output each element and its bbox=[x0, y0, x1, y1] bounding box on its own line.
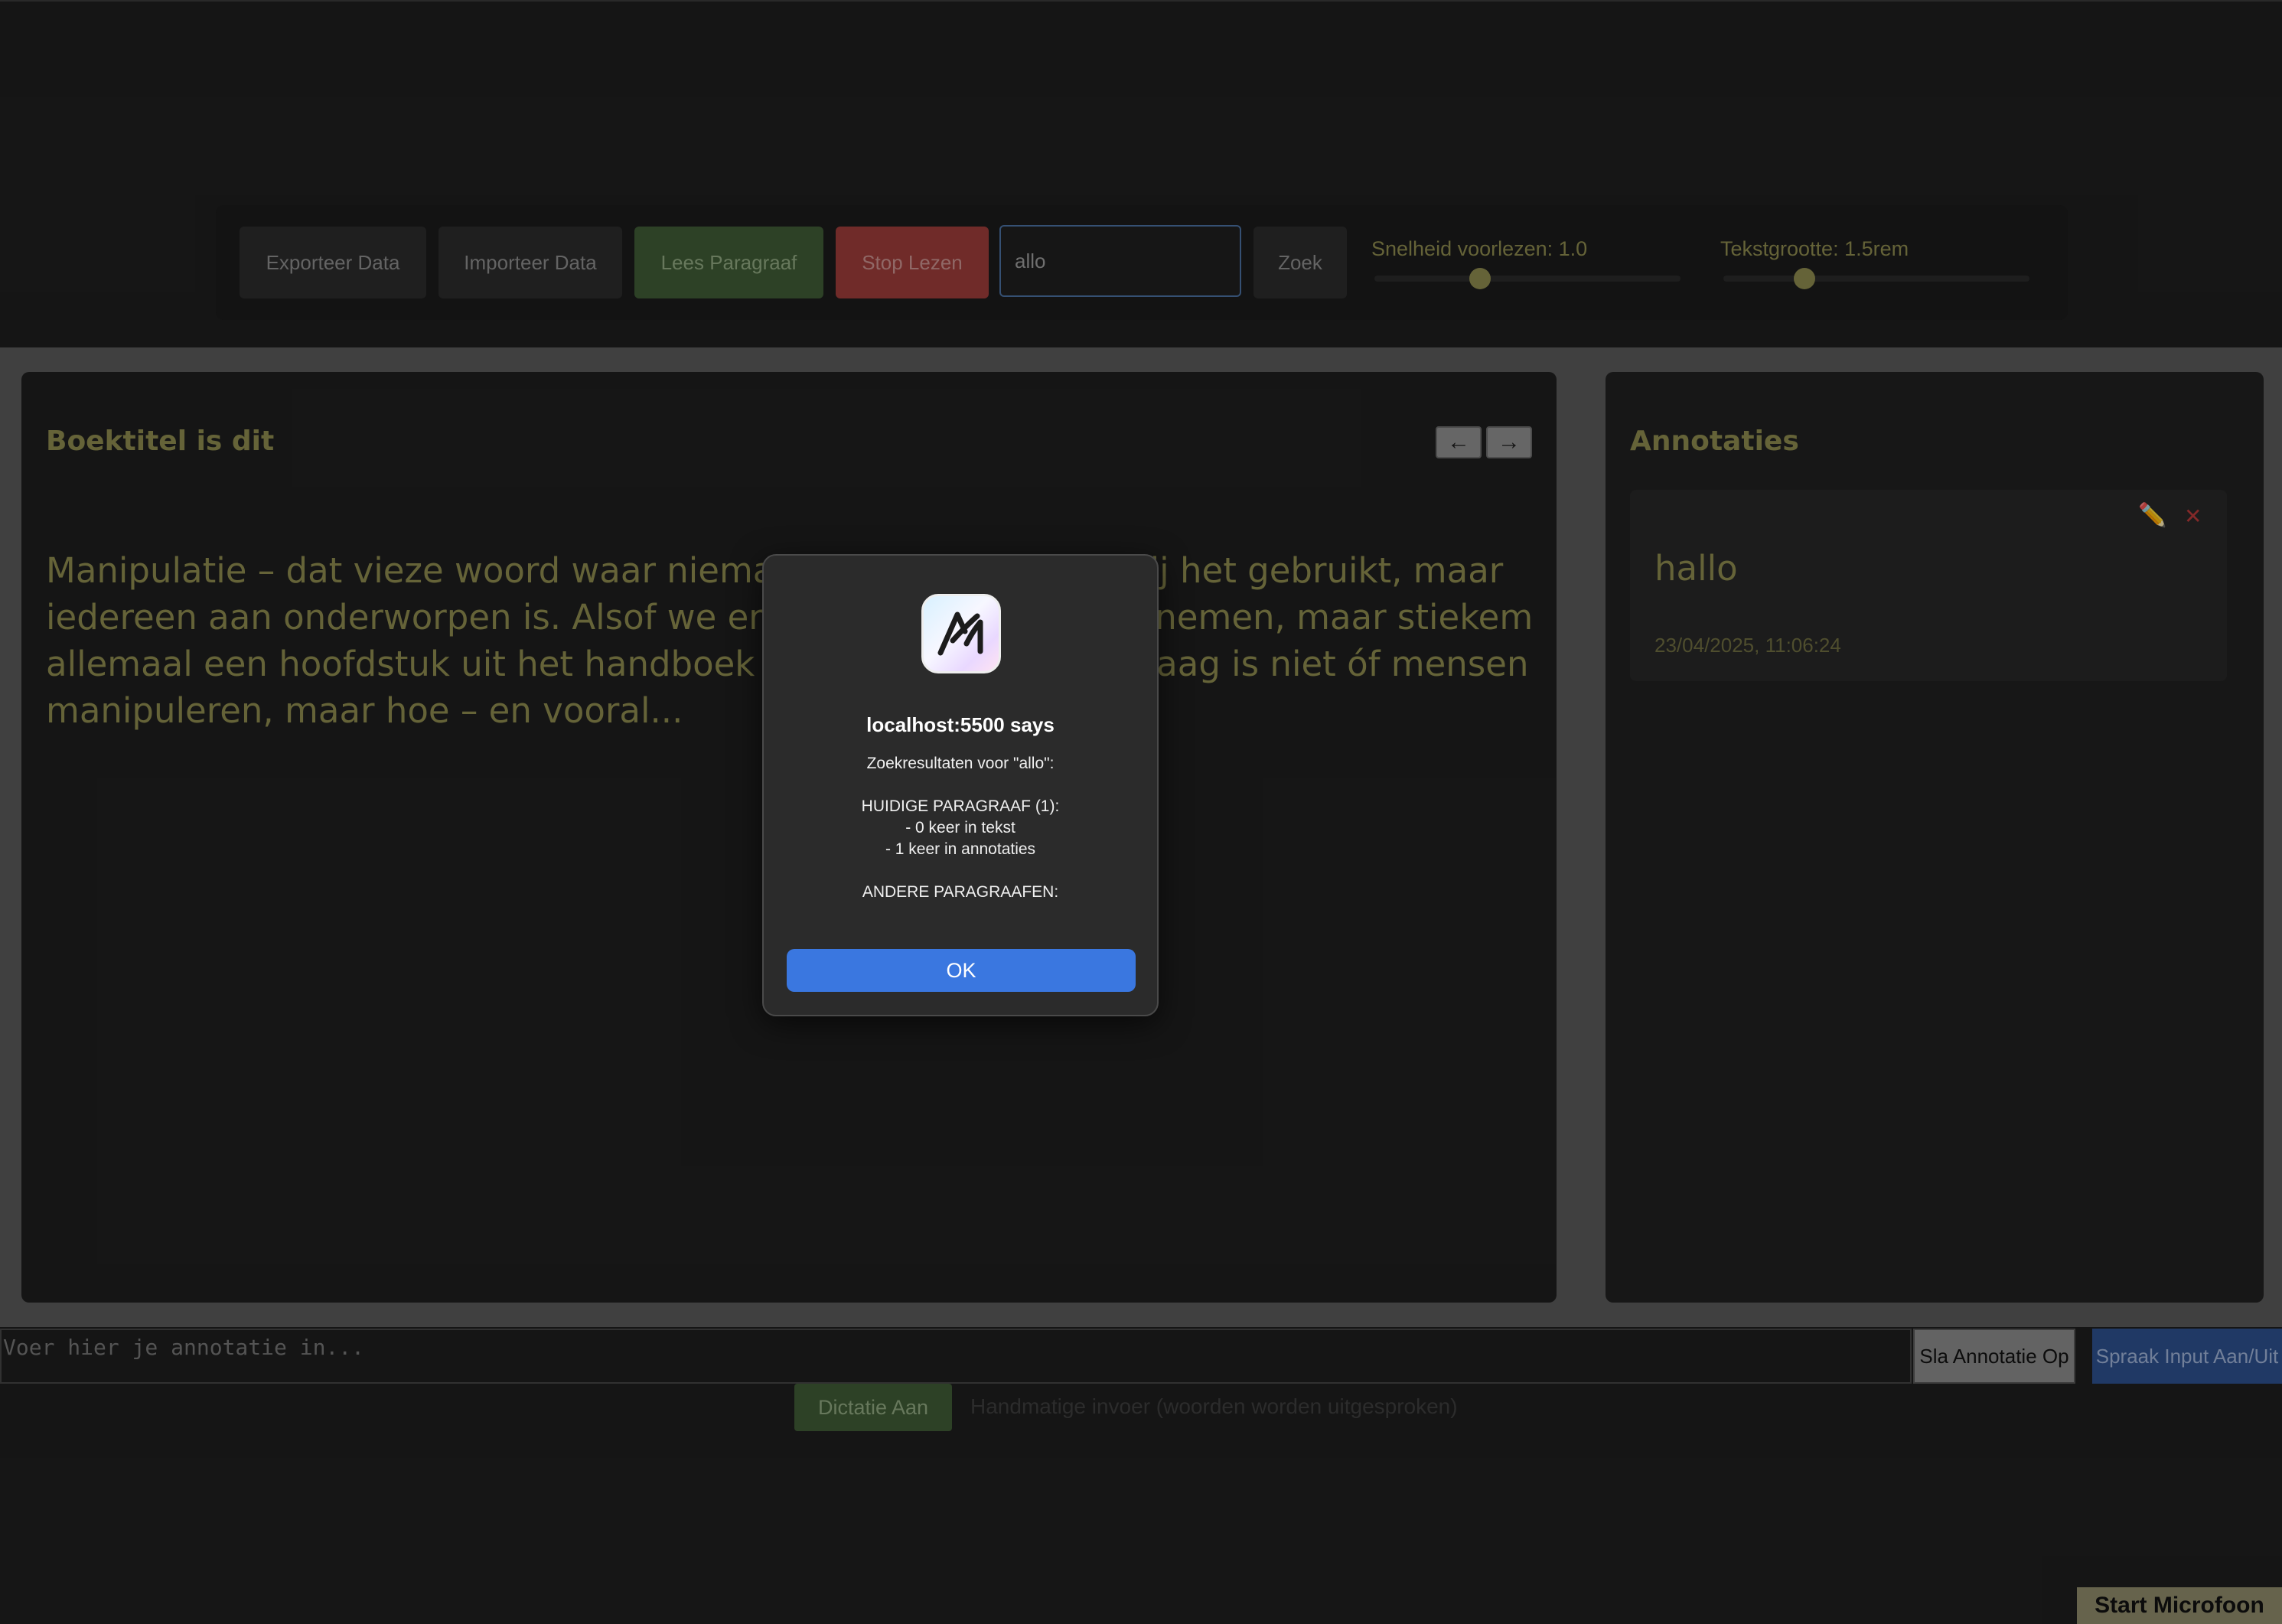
dialog-title: localhost:5500 says bbox=[866, 713, 1055, 736]
dialog-line-other-paragraphs: ANDERE PARAGRAAFEN: bbox=[862, 883, 1059, 901]
dialog-line-text-count: - 0 keer in tekst bbox=[905, 819, 1015, 836]
dialog-ok-button[interactable]: OK bbox=[787, 949, 1136, 992]
dialog-line-results: Zoekresultaten voor "allo": bbox=[866, 755, 1055, 772]
browser-app-icon bbox=[921, 594, 1001, 673]
dialog-line-annotation-count: - 1 keer in annotaties bbox=[885, 840, 1036, 858]
dialog-line-current-paragraph: HUIDIGE PARAGRAAF (1): bbox=[861, 797, 1060, 815]
